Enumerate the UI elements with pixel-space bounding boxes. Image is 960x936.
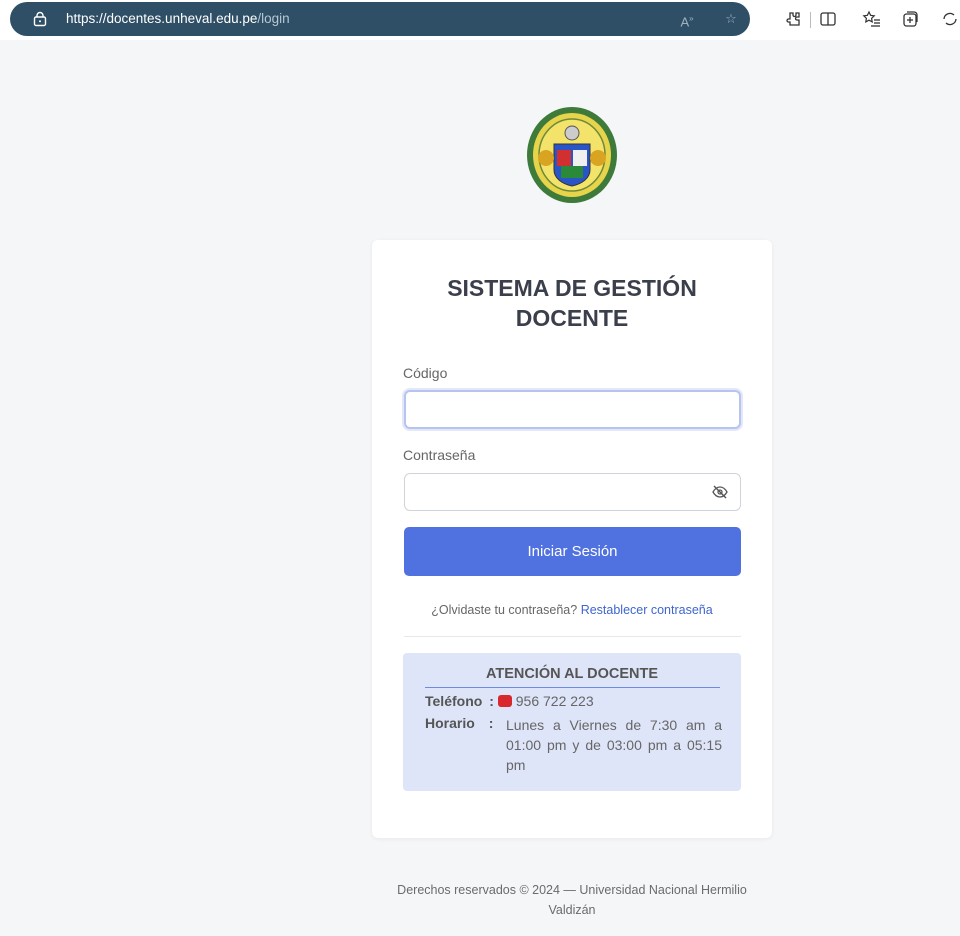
- footer-copyright: Derechos reservados © 2024 — Universidad…: [397, 883, 747, 917]
- hours-value: Lunes a Viernes de 7:30 am a 01:00 pm y …: [506, 717, 722, 773]
- eye-slash-icon[interactable]: [712, 485, 728, 499]
- favorites-list-icon[interactable]: [862, 9, 882, 29]
- password-field[interactable]: [404, 473, 741, 511]
- login-button[interactable]: Iniciar Sesión: [404, 527, 741, 576]
- code-input[interactable]: [404, 390, 741, 429]
- phone-key: Teléfono: [425, 693, 483, 709]
- phone-separator: :: [489, 693, 494, 709]
- collections-icon[interactable]: [900, 9, 920, 29]
- university-seal-logo: [527, 107, 617, 203]
- url-host: https://docentes.unheval.edu.pe: [66, 11, 258, 26]
- password-label: Contraseña: [403, 447, 476, 463]
- browser-essentials-icon[interactable]: [940, 9, 960, 29]
- forgot-question: ¿Olvidaste tu contraseña?: [431, 603, 578, 617]
- page-title: SISTEMA DE GESTIÓN DOCENTE: [447, 275, 697, 331]
- support-title: ATENCIÓN AL DOCENTE: [485, 666, 659, 682]
- hours-key: Horario: [425, 715, 475, 731]
- toolbar-divider: [810, 12, 811, 28]
- code-label: Código: [403, 365, 448, 381]
- hours-separator: :: [488, 715, 494, 731]
- reset-password-link[interactable]: Restablecer contraseña: [581, 603, 713, 617]
- hours-row: Horario :: [425, 715, 493, 731]
- telephone-icon: [497, 695, 512, 707]
- star-icon[interactable]: ☆: [722, 10, 740, 28]
- read-aloud-icon[interactable]: A»: [678, 10, 696, 29]
- browser-toolbar: https://docentes.unheval.edu.pe/login A»…: [0, 0, 960, 40]
- split-screen-icon[interactable]: [818, 9, 838, 29]
- divider: [404, 636, 741, 637]
- forgot-password-text: ¿Olvidaste tu contraseña? Restablecer co…: [403, 603, 741, 617]
- phone-value: 956 722 223: [515, 693, 594, 709]
- support-title-underline: [425, 687, 720, 688]
- lock-icon[interactable]: [32, 11, 48, 27]
- address-bar[interactable]: https://docentes.unheval.edu.pe/login A»…: [10, 2, 750, 36]
- phone-row: Teléfono : 956 722 223: [425, 693, 594, 709]
- url-text[interactable]: https://docentes.unheval.edu.pe/login: [66, 11, 290, 26]
- url-path: /login: [257, 11, 290, 26]
- extensions-icon[interactable]: [784, 9, 804, 29]
- support-info-box: ATENCIÓN AL DOCENTE Teléfono : 956 722 2…: [403, 653, 741, 791]
